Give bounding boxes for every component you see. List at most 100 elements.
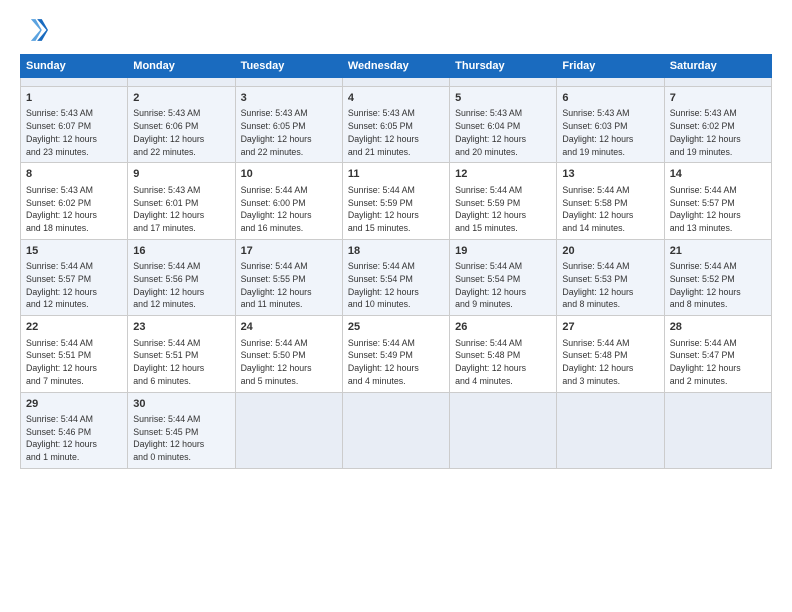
day-info: Sunrise: 5:44 AM Sunset: 6:00 PM Dayligh… <box>241 184 337 235</box>
calendar-cell: 7Sunrise: 5:43 AM Sunset: 6:02 PM Daylig… <box>664 87 771 163</box>
day-number: 25 <box>348 320 444 335</box>
day-info: Sunrise: 5:44 AM Sunset: 5:51 PM Dayligh… <box>133 337 229 388</box>
calendar-day-header: Saturday <box>664 55 771 78</box>
calendar-cell <box>664 392 771 468</box>
day-info: Sunrise: 5:44 AM Sunset: 5:49 PM Dayligh… <box>348 337 444 388</box>
calendar-cell: 10Sunrise: 5:44 AM Sunset: 6:00 PM Dayli… <box>235 163 342 239</box>
day-number: 12 <box>455 167 551 182</box>
day-info: Sunrise: 5:44 AM Sunset: 5:59 PM Dayligh… <box>348 184 444 235</box>
day-info: Sunrise: 5:44 AM Sunset: 5:58 PM Dayligh… <box>562 184 658 235</box>
calendar-day-header: Sunday <box>21 55 128 78</box>
calendar-cell: 27 Sunrise: 5:44 AM Sunset: 5:48 PM Dayli… <box>557 316 664 392</box>
calendar-cell: 1Sunrise: 5:43 AM Sunset: 6:07 PM Daylig… <box>21 87 128 163</box>
day-number: 29 <box>26 397 122 412</box>
day-info: Sunrise: 5:43 AM Sunset: 6:04 PM Dayligh… <box>455 107 551 158</box>
day-info: Sunrise: 5:44 AM Sunset: 5:47 PM Dayligh… <box>670 337 766 388</box>
day-info: Sunrise: 5:44 AM Sunset: 5:55 PM Dayligh… <box>241 260 337 311</box>
day-info: Sunrise: 5:43 AM Sunset: 6:01 PM Dayligh… <box>133 184 229 235</box>
calendar-cell <box>342 78 449 87</box>
day-number: 24 <box>241 320 337 335</box>
day-info: Sunrise: 5:44 AM Sunset: 5:51 PM Dayligh… <box>26 337 122 388</box>
day-number: 1 <box>26 91 122 106</box>
calendar-week-row: 15Sunrise: 5:44 AM Sunset: 5:57 PM Dayli… <box>21 239 772 315</box>
calendar-cell: 14Sunrise: 5:44 AM Sunset: 5:57 PM Dayli… <box>664 163 771 239</box>
day-info: Sunrise: 5:44 AM Sunset: 5:50 PM Dayligh… <box>241 337 337 388</box>
calendar-cell: 15Sunrise: 5:44 AM Sunset: 5:57 PM Dayli… <box>21 239 128 315</box>
calendar-day-header: Tuesday <box>235 55 342 78</box>
day-number: 26 <box>455 320 551 335</box>
calendar-week-row: 8 Sunrise: 5:43 AM Sunset: 6:02 PM Daylig… <box>21 163 772 239</box>
day-number: 20 <box>562 244 658 259</box>
calendar-cell: 18Sunrise: 5:44 AM Sunset: 5:54 PM Dayli… <box>342 239 449 315</box>
calendar-cell <box>128 78 235 87</box>
calendar-cell: 12Sunrise: 5:44 AM Sunset: 5:59 PM Dayli… <box>450 163 557 239</box>
calendar-cell: 19Sunrise: 5:44 AM Sunset: 5:54 PM Dayli… <box>450 239 557 315</box>
calendar-cell: 11 Sunrise: 5:44 AM Sunset: 5:59 PM Dayli… <box>342 163 449 239</box>
day-number: 8 <box>26 167 122 182</box>
day-number: 9 <box>133 167 229 182</box>
day-info: Sunrise: 5:44 AM Sunset: 5:46 PM Dayligh… <box>26 413 122 464</box>
calendar-day-header: Monday <box>128 55 235 78</box>
calendar-cell: 2Sunrise: 5:43 AM Sunset: 6:06 PM Daylig… <box>128 87 235 163</box>
calendar-cell <box>557 78 664 87</box>
day-info: Sunrise: 5:43 AM Sunset: 6:07 PM Dayligh… <box>26 107 122 158</box>
calendar-cell <box>450 392 557 468</box>
day-number: 27 <box>562 320 658 335</box>
calendar-cell: 20Sunrise: 5:44 AM Sunset: 5:53 PM Dayli… <box>557 239 664 315</box>
logo <box>20 16 52 44</box>
calendar-cell: 16Sunrise: 5:44 AM Sunset: 5:56 PM Dayli… <box>128 239 235 315</box>
day-info: Sunrise: 5:43 AM Sunset: 6:03 PM Dayligh… <box>562 107 658 158</box>
calendar-day-header: Wednesday <box>342 55 449 78</box>
calendar-cell: 29Sunrise: 5:44 AM Sunset: 5:46 PM Dayli… <box>21 392 128 468</box>
calendar-table: SundayMondayTuesdayWednesdayThursdayFrid… <box>20 54 772 469</box>
day-number: 11 <box>348 167 444 182</box>
day-info: Sunrise: 5:43 AM Sunset: 6:06 PM Dayligh… <box>133 107 229 158</box>
day-number: 5 <box>455 91 551 106</box>
calendar-cell <box>342 392 449 468</box>
day-number: 18 <box>348 244 444 259</box>
day-info: Sunrise: 5:44 AM Sunset: 5:54 PM Dayligh… <box>455 260 551 311</box>
day-info: Sunrise: 5:44 AM Sunset: 5:48 PM Dayligh… <box>562 337 658 388</box>
calendar-cell <box>235 78 342 87</box>
calendar-cell: 17Sunrise: 5:44 AM Sunset: 5:55 PM Dayli… <box>235 239 342 315</box>
day-info: Sunrise: 5:43 AM Sunset: 6:02 PM Dayligh… <box>26 184 122 235</box>
calendar-cell: 6Sunrise: 5:43 AM Sunset: 6:03 PM Daylig… <box>557 87 664 163</box>
calendar-cell: 9 Sunrise: 5:43 AM Sunset: 6:01 PM Daylig… <box>128 163 235 239</box>
calendar-cell: 30Sunrise: 5:44 AM Sunset: 5:45 PM Dayli… <box>128 392 235 468</box>
calendar-cell: 22 Sunrise: 5:44 AM Sunset: 5:51 PM Dayli… <box>21 316 128 392</box>
header <box>20 16 772 44</box>
day-number: 16 <box>133 244 229 259</box>
logo-icon <box>20 16 48 44</box>
day-info: Sunrise: 5:44 AM Sunset: 5:53 PM Dayligh… <box>562 260 658 311</box>
day-number: 3 <box>241 91 337 106</box>
day-number: 23 <box>133 320 229 335</box>
day-info: Sunrise: 5:43 AM Sunset: 6:02 PM Dayligh… <box>670 107 766 158</box>
day-info: Sunrise: 5:44 AM Sunset: 5:52 PM Dayligh… <box>670 260 766 311</box>
calendar-cell <box>664 78 771 87</box>
calendar-cell: 8 Sunrise: 5:43 AM Sunset: 6:02 PM Daylig… <box>21 163 128 239</box>
day-number: 28 <box>670 320 766 335</box>
day-number: 21 <box>670 244 766 259</box>
day-number: 22 <box>26 320 122 335</box>
day-info: Sunrise: 5:44 AM Sunset: 5:48 PM Dayligh… <box>455 337 551 388</box>
day-number: 17 <box>241 244 337 259</box>
calendar-cell: 21Sunrise: 5:44 AM Sunset: 5:52 PM Dayli… <box>664 239 771 315</box>
calendar-cell: 5Sunrise: 5:43 AM Sunset: 6:04 PM Daylig… <box>450 87 557 163</box>
calendar-cell <box>450 78 557 87</box>
day-number: 2 <box>133 91 229 106</box>
calendar-cell: 3Sunrise: 5:43 AM Sunset: 6:05 PM Daylig… <box>235 87 342 163</box>
calendar-cell: 23 Sunrise: 5:44 AM Sunset: 5:51 PM Dayli… <box>128 316 235 392</box>
calendar-header-row: SundayMondayTuesdayWednesdayThursdayFrid… <box>21 55 772 78</box>
calendar-cell: 26 Sunrise: 5:44 AM Sunset: 5:48 PM Dayli… <box>450 316 557 392</box>
day-info: Sunrise: 5:43 AM Sunset: 6:05 PM Dayligh… <box>241 107 337 158</box>
day-info: Sunrise: 5:44 AM Sunset: 5:57 PM Dayligh… <box>26 260 122 311</box>
day-info: Sunrise: 5:43 AM Sunset: 6:05 PM Dayligh… <box>348 107 444 158</box>
day-number: 6 <box>562 91 658 106</box>
day-info: Sunrise: 5:44 AM Sunset: 5:45 PM Dayligh… <box>133 413 229 464</box>
calendar-week-row <box>21 78 772 87</box>
page: SundayMondayTuesdayWednesdayThursdayFrid… <box>0 0 792 612</box>
day-number: 4 <box>348 91 444 106</box>
calendar-cell: 24 Sunrise: 5:44 AM Sunset: 5:50 PM Dayli… <box>235 316 342 392</box>
calendar-week-row: 22 Sunrise: 5:44 AM Sunset: 5:51 PM Dayli… <box>21 316 772 392</box>
calendar-day-header: Thursday <box>450 55 557 78</box>
